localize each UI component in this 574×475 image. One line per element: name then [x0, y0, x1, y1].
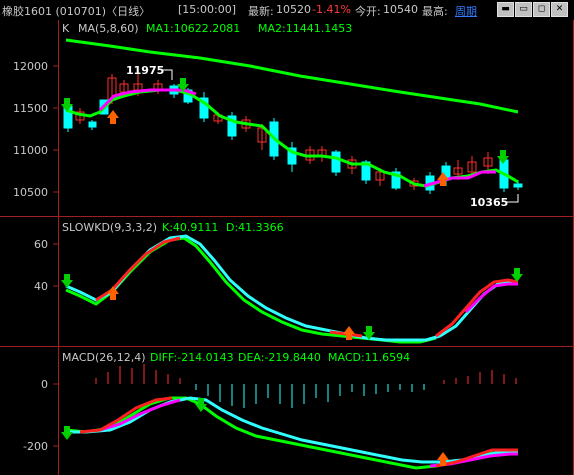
macd-y-tick: -200 [23, 440, 48, 453]
macd-magenta-line [99, 398, 181, 432]
ma-indicator-label: MA(5,8,60) [78, 22, 139, 35]
y-axis-ticks [53, 65, 58, 447]
kd-k-value: K:40.9111 [162, 221, 218, 234]
period-low-label: 10365 [470, 196, 508, 209]
ma2-value: MA2:11441.1453 [258, 22, 352, 35]
kd-green-line [65, 236, 437, 344]
main-prefix: K [62, 22, 70, 35]
latest-value: 10520 [276, 3, 311, 16]
main-y-tick: 12000 [13, 60, 48, 73]
kd-red-line [95, 236, 181, 302]
close-button[interactable]: ✕ [551, 2, 568, 17]
macd-value: MACD:11.6594 [328, 351, 410, 364]
change-percent: -1.41% [312, 3, 351, 16]
restore-button[interactable]: ▭ [515, 2, 532, 17]
quote-header: 橡胶1601 (010701)〈日线〉 [15:00:00] 最新: 10520… [0, 0, 574, 20]
kd-indicator-label: SLOWKD(9,3,3,2) [62, 221, 157, 234]
kd-y-tick: 40 [34, 280, 48, 293]
minimize-button[interactable]: ▬ [497, 2, 514, 17]
main-y-tick: 10500 [13, 186, 48, 199]
macd-y-tick: 0 [41, 378, 48, 391]
period-high-label: 11975 [126, 64, 164, 77]
macd-signals [61, 398, 449, 466]
high-label: 最高: [422, 5, 448, 18]
buy-arrow-icon [107, 110, 119, 124]
open-value: 10540 [383, 3, 418, 16]
chart-canvas[interactable]: K MA(5,8,60) MA1:10622.2081 MA2:11441.14… [0, 20, 574, 475]
maximize-icon: ◻ [537, 4, 546, 14]
maximize-button[interactable]: ◻ [533, 2, 550, 17]
ma1-value: MA1:10622.2081 [146, 22, 240, 35]
macd-indicator-label: MACD(26,12,4) [62, 351, 146, 364]
kd-y-tick: 60 [34, 238, 48, 251]
minimize-icon: ▬ [501, 4, 510, 14]
macd-diff-value: DIFF:-214.0143 [150, 351, 234, 364]
instrument-title: 橡胶1601 (010701)〈日线〉 [2, 5, 151, 18]
restore-icon: ▭ [519, 4, 528, 14]
sell-arrow-icon [61, 274, 73, 288]
kd-d-value: D:41.3366 [226, 221, 284, 234]
futures-chart-window: 橡胶1601 (010701)〈日线〉 [15:00:00] 最新: 10520… [0, 0, 574, 475]
time-label: [15:00:00] [178, 3, 236, 16]
latest-label: 最新: [248, 5, 274, 18]
period-link[interactable]: 周期 [455, 3, 477, 19]
main-y-tick: 11500 [13, 102, 48, 115]
kd-red-line-right [435, 278, 519, 338]
chart-frame [0, 20, 574, 475]
macd-dea-value: DEA:-219.8440 [238, 351, 321, 364]
open-label: 今开: [355, 5, 381, 18]
sell-arrow-icon [61, 426, 73, 440]
close-icon: ✕ [555, 4, 564, 14]
main-y-tick: 11000 [13, 144, 48, 157]
